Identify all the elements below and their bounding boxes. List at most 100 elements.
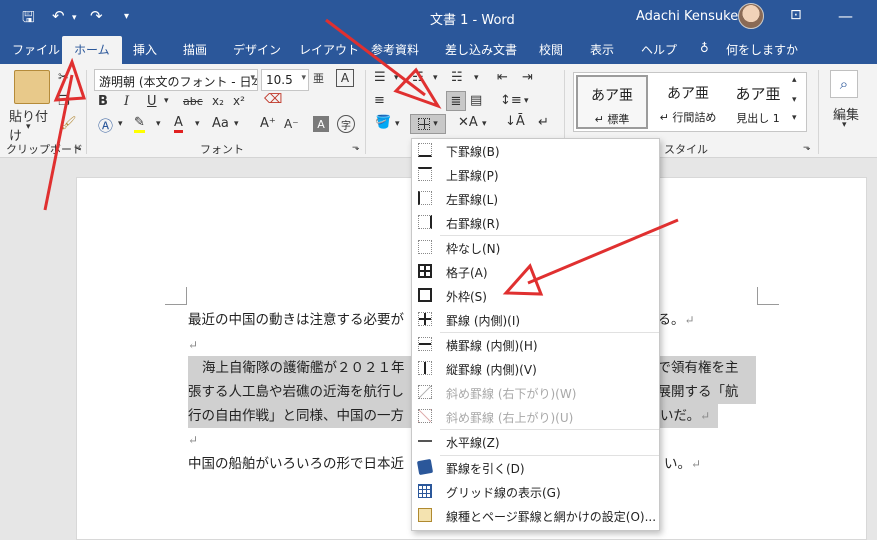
clipboard-launcher-icon[interactable]: ⬎: [74, 143, 82, 153]
format-painter-icon[interactable]: 🖌: [60, 116, 77, 131]
asian-layout-dropdown-icon[interactable]: ▾: [482, 119, 487, 129]
menu-item-outside-borders[interactable]: 外枠(S): [412, 284, 659, 308]
tab-review[interactable]: 校閲: [539, 41, 563, 58]
style-heading-1[interactable]: あア亜 見出し 1: [722, 75, 794, 129]
tab-design[interactable]: デザイン: [233, 41, 281, 58]
line-spacing-icon[interactable]: ↕≡: [500, 93, 522, 108]
search-icon[interactable]: ⌕: [830, 70, 858, 98]
paste-dropdown-icon[interactable]: ▾: [26, 122, 31, 132]
menu-item-inside-vertical[interactable]: 縦罫線 (内側)(V): [412, 357, 659, 381]
decrease-indent-icon[interactable]: ⇤: [497, 70, 508, 85]
align-left-icon[interactable]: ≡: [374, 93, 385, 108]
minimize-icon[interactable]: —: [838, 7, 853, 25]
menu-item-inside-horizontal[interactable]: 横罫線 (内側)(H): [412, 333, 659, 357]
tab-references[interactable]: 参考資料: [371, 41, 419, 58]
style-gallery-more-icon[interactable]: ▾: [792, 113, 797, 123]
menu-item-left-border[interactable]: 左罫線(L): [412, 187, 659, 211]
distributed-icon[interactable]: ▤: [470, 93, 482, 108]
paste-icon[interactable]: [14, 70, 50, 104]
paragraph-selected-line-end[interactable]: いだ。↵: [660, 404, 756, 428]
menu-item-draw-table[interactable]: 罫線を引く(D): [412, 456, 659, 480]
menu-item-view-gridlines[interactable]: グリッド線の表示(G): [412, 480, 659, 504]
font-color-dropdown-icon[interactable]: ▾: [195, 119, 200, 129]
tab-layout[interactable]: レイアウト: [299, 41, 359, 58]
change-case-dropdown-icon[interactable]: ▾: [234, 119, 239, 129]
bold-icon[interactable]: B: [98, 94, 108, 109]
increase-indent-icon[interactable]: ⇥: [522, 70, 533, 85]
sort-icon[interactable]: ↓Ā: [505, 114, 525, 129]
style-normal[interactable]: あア亜 ↵ 標準: [576, 75, 648, 129]
tab-mailings[interactable]: 差し込み文書: [445, 41, 517, 58]
tell-me-search[interactable]: 何をしますか: [726, 41, 798, 58]
borders-button[interactable]: ▾: [410, 114, 446, 134]
menu-item-inside-borders[interactable]: 罫線 (内側)(I): [412, 308, 659, 332]
shading-dropdown-icon[interactable]: ▾: [395, 119, 400, 129]
clear-formatting-icon[interactable]: ⌫: [264, 92, 282, 107]
text-effects-dropdown-icon[interactable]: ▾: [118, 119, 123, 129]
subscript-icon[interactable]: x₂: [212, 94, 224, 108]
bullets-dropdown-icon[interactable]: ▾: [394, 73, 399, 83]
tab-insert[interactable]: 挿入: [133, 41, 157, 58]
font-color-icon[interactable]: A: [174, 115, 183, 133]
paragraph-1-end[interactable]: いる。↵: [644, 308, 756, 332]
highlight-dropdown-icon[interactable]: ▾: [156, 119, 161, 129]
tab-help[interactable]: ヘルプ: [641, 41, 677, 58]
style-no-spacing[interactable]: あア亜 ↵ 行間詰め: [652, 75, 724, 129]
tab-draw[interactable]: 描画: [183, 41, 207, 58]
paste-button[interactable]: 貼り付け: [9, 106, 57, 144]
bullets-icon[interactable]: ☰: [374, 70, 386, 85]
numbering-dropdown-icon[interactable]: ▾: [433, 73, 438, 83]
lightbulb-icon[interactable]: ♁: [700, 41, 709, 55]
chevron-down-icon[interactable]: ▾: [842, 120, 847, 130]
save-icon[interactable]: 🖫: [22, 7, 35, 32]
undo-dropdown-icon[interactable]: ▾: [72, 13, 77, 23]
multilevel-list-icon[interactable]: ☵: [451, 70, 463, 85]
customize-quick-access-icon[interactable]: ▾: [124, 11, 129, 22]
underline-icon[interactable]: U: [147, 94, 157, 109]
menu-item-all-borders[interactable]: 格子(A): [412, 260, 659, 284]
menu-item-bottom-border[interactable]: 下罫線(B): [412, 139, 659, 163]
menu-item-no-border[interactable]: 枠なし(N): [412, 236, 659, 260]
ribbon-display-options-icon[interactable]: ⊡: [790, 7, 802, 23]
numbering-icon[interactable]: ☷: [412, 70, 424, 85]
tab-home[interactable]: ホーム: [62, 36, 122, 64]
tab-view[interactable]: 表示: [590, 41, 614, 58]
text-effects-icon[interactable]: Ⓐ: [98, 115, 113, 136]
paragraph-selected-line-end[interactable]: 海で領有権を主: [644, 356, 756, 380]
avatar[interactable]: [738, 3, 764, 29]
superscript-icon[interactable]: x²: [233, 94, 245, 108]
style-scroll-up-icon[interactable]: ▴: [792, 75, 797, 85]
style-scroll-down-icon[interactable]: ▾: [792, 95, 797, 105]
change-case-icon[interactable]: Aa: [212, 116, 229, 131]
menu-item-top-border[interactable]: 上罫線(P): [412, 163, 659, 187]
redo-icon[interactable]: ↷: [90, 7, 103, 25]
menu-item-right-border[interactable]: 右罫線(R): [412, 211, 659, 235]
italic-icon[interactable]: I: [124, 94, 129, 109]
styles-launcher-icon[interactable]: ⬎: [803, 143, 811, 153]
phonetic-guide-icon[interactable]: 亜: [313, 70, 324, 86]
paragraph-3-end[interactable]: い。↵: [664, 452, 756, 476]
user-name[interactable]: Adachi Kensuke: [636, 9, 738, 24]
paragraph-selected-line-end[interactable]: で展開する「航: [644, 380, 756, 404]
copy-icon[interactable]: ❐: [58, 94, 70, 109]
font-launcher-icon[interactable]: ⬎: [352, 143, 360, 153]
enclose-characters-icon[interactable]: A: [336, 69, 354, 87]
multilevel-list-dropdown-icon[interactable]: ▾: [474, 73, 479, 83]
font-name-combo[interactable]: 游明朝 (本文のフォント - 日本 ▾: [94, 69, 258, 91]
cut-icon[interactable]: ✂: [58, 70, 69, 85]
line-spacing-dropdown-icon[interactable]: ▾: [524, 96, 529, 106]
underline-dropdown-icon[interactable]: ▾: [164, 96, 169, 106]
enclosed-character-icon[interactable]: 字: [337, 115, 355, 133]
grow-font-icon[interactable]: A⁺: [260, 116, 276, 131]
font-size-combo[interactable]: 10.5 ▾: [261, 69, 309, 91]
menu-item-horizontal-line[interactable]: 水平線(Z): [412, 430, 659, 454]
undo-icon[interactable]: ↶: [52, 7, 65, 25]
tab-file[interactable]: ファイル: [12, 41, 60, 58]
shrink-font-icon[interactable]: A⁻: [284, 117, 299, 131]
highlight-icon[interactable]: ✎: [134, 115, 145, 133]
justify-icon[interactable]: ≣: [446, 91, 466, 111]
strikethrough-icon[interactable]: abc: [183, 95, 203, 108]
shading-icon[interactable]: 🪣: [375, 115, 391, 130]
show-formatting-marks-icon[interactable]: ↵: [538, 115, 549, 130]
menu-item-borders-and-shading[interactable]: 線種とページ罫線と網かけの設定(O)...: [412, 504, 659, 528]
